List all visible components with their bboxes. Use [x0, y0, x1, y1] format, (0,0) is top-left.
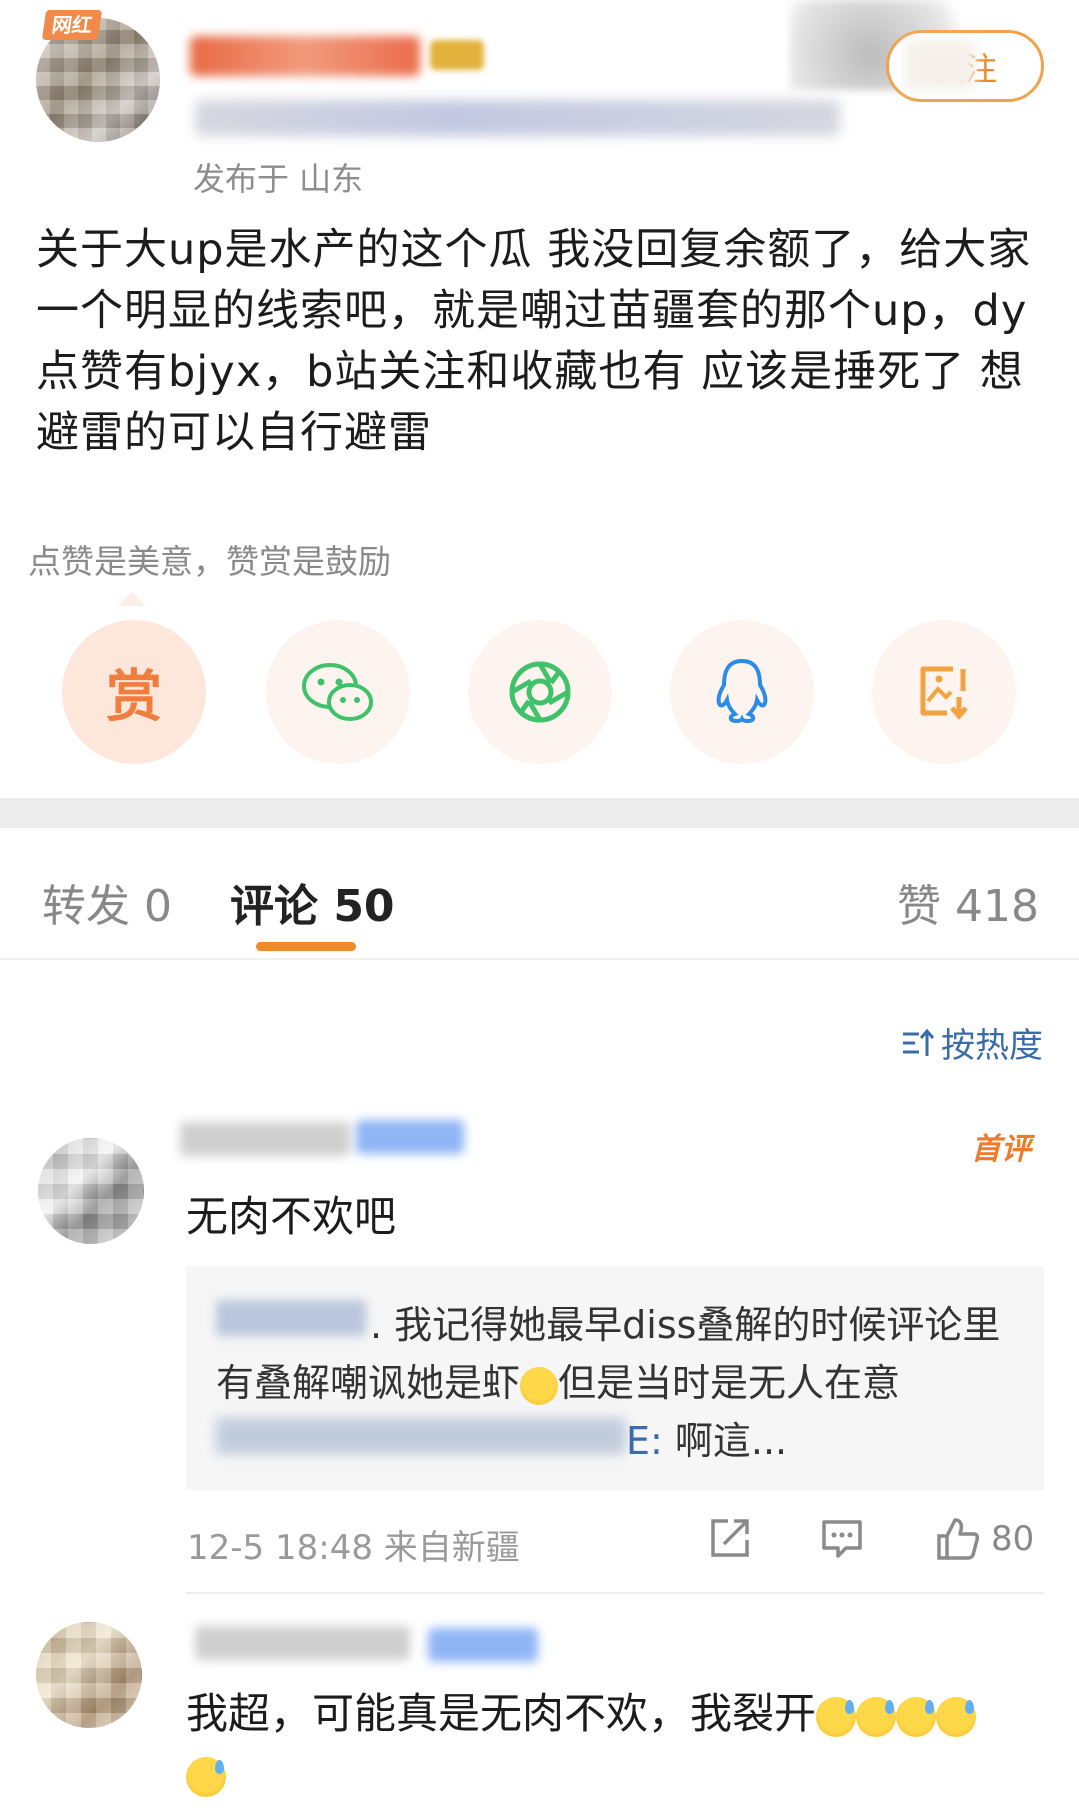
- commenter-name-blurred[interactable]: [195, 1626, 410, 1660]
- comment-reply-button[interactable]: [820, 1516, 864, 1564]
- comment-text: 我超，可能真是无肉不欢，我裂开: [186, 1684, 1056, 1804]
- comment-location: 来自新疆: [383, 1528, 520, 1568]
- follow-button-blur: [905, 40, 975, 90]
- save-image-icon: [920, 666, 968, 720]
- sweat-emoji-icon: [896, 1696, 937, 1737]
- comment-meta: 12-5 18:48 来自新疆: [187, 1520, 520, 1569]
- save-image-button[interactable]: [872, 620, 1016, 764]
- caption-pointer: [118, 592, 146, 606]
- share-icon: [711, 1519, 749, 1557]
- sort-icon: [903, 1028, 935, 1056]
- post-meta-blurred: [195, 100, 840, 136]
- tab-like[interactable]: 赞 418: [897, 870, 1039, 934]
- active-tab-indicator: [256, 942, 356, 951]
- comment-share-button[interactable]: [708, 1516, 752, 1564]
- published-location: 发布于 山东: [193, 160, 364, 198]
- sort-label: 按热度: [941, 1026, 1043, 1066]
- comment-text: 无肉不欢吧: [186, 1192, 397, 1241]
- tab-repost[interactable]: 转发 0: [42, 870, 172, 934]
- post-content: 关于大up是水产的这个瓜 我没回复余额了，给大家一个明显的线索吧，就是嘲过苗疆套…: [36, 225, 1032, 458]
- reward-icon: 赏: [106, 664, 162, 730]
- tab-comment[interactable]: 评论 50: [230, 870, 395, 934]
- tab-divider: [0, 958, 1079, 960]
- moments-icon: [509, 661, 571, 723]
- sweat-emoji-icon: [856, 1696, 897, 1737]
- share-row: 赏: [62, 620, 1022, 764]
- thumbs-up-icon: [937, 1518, 980, 1560]
- share-moments-button[interactable]: [468, 620, 612, 764]
- comment-text-body: 我超，可能真是无肉不欢，我裂开: [186, 1689, 817, 1738]
- author-name-blurred[interactable]: [190, 36, 420, 76]
- influencer-badge: 网红: [41, 10, 103, 40]
- commenter-name-blurred[interactable]: [180, 1122, 350, 1156]
- reply-author-blurred: [216, 1300, 366, 1336]
- comment-time: 12-5 18:48: [187, 1528, 373, 1568]
- reply-username[interactable]: E:: [626, 1419, 663, 1463]
- sweat-emoji-icon: [936, 1696, 977, 1737]
- reply-line: . 我记得她最早diss叠解的时候评论里: [370, 1303, 1001, 1347]
- reply-line: 有叠解嘲讽她是虾 但是当时是无人在意: [216, 1352, 900, 1407]
- like-count: 80: [991, 1519, 1035, 1559]
- sweat-emoji-icon: [186, 1756, 226, 1797]
- comment-separator: [186, 1592, 1044, 1594]
- share-wechat-button[interactable]: [266, 620, 410, 764]
- comment-icon: [822, 1520, 862, 1558]
- commenter-avatar[interactable]: [38, 1138, 144, 1244]
- commenter-badge-blurred: [356, 1120, 464, 1154]
- reply-line: E: 啊這...: [626, 1410, 787, 1465]
- reply-text: 但是当时是无人在意: [558, 1361, 901, 1405]
- commenter-badge-blurred: [428, 1628, 538, 1662]
- reply-text: 啊這...: [662, 1419, 788, 1463]
- share-qq-button[interactable]: [670, 620, 814, 764]
- first-comment-badge: 首评: [971, 1132, 1031, 1167]
- sort-button[interactable]: 按热度: [901, 1018, 1043, 1067]
- commenter-avatar[interactable]: [36, 1622, 142, 1728]
- comment-like-button[interactable]: 80: [935, 1516, 1034, 1562]
- reward-caption: 点赞是美意，赞赏是鼓励: [28, 542, 391, 581]
- sweat-emoji-icon: [816, 1696, 857, 1737]
- laugh-cry-emoji-icon: [520, 1366, 559, 1405]
- wechat-icon: [302, 663, 373, 721]
- qq-icon: [716, 658, 768, 724]
- vip-crown-icon: [430, 40, 484, 70]
- reward-button[interactable]: 赏: [62, 620, 206, 764]
- section-divider: [0, 798, 1079, 828]
- reply-author-blurred: [216, 1418, 626, 1454]
- reply-text: 有叠解嘲讽她是虾: [216, 1361, 521, 1405]
